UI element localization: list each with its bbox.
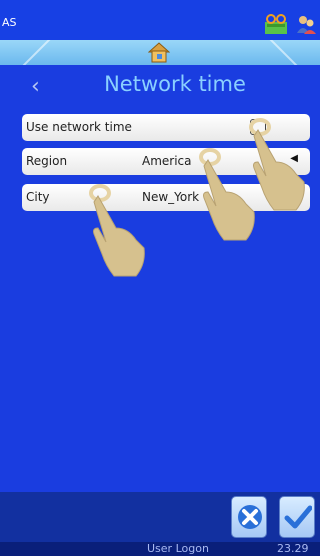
row-label: Region: [26, 154, 68, 168]
printer-icon[interactable]: [264, 13, 288, 35]
decorative-line: [7, 40, 51, 65]
status-title: AS: [2, 16, 17, 29]
cancel-button[interactable]: [231, 496, 267, 538]
action-bar: [0, 492, 320, 542]
city-value: New_York: [142, 190, 200, 204]
user-switch-icon[interactable]: [296, 14, 316, 34]
footer: User Logon 23.29: [0, 542, 320, 556]
decorative-line: [269, 40, 313, 65]
confirm-icon: [284, 505, 312, 529]
clock: 23.29: [277, 542, 309, 555]
home-bar: [0, 40, 320, 65]
row-label: Use network time: [26, 120, 132, 134]
tap-gesture-icon: [89, 184, 145, 277]
user-logon-link[interactable]: User Logon: [147, 542, 209, 555]
confirm-button[interactable]: [279, 496, 315, 538]
home-icon[interactable]: [148, 42, 170, 63]
region-value: America: [142, 154, 192, 168]
page-title: Network time: [104, 72, 246, 96]
status-bar: AS: [0, 0, 320, 40]
row-label: City: [26, 190, 50, 204]
tap-gesture-icon: [199, 148, 255, 241]
cancel-icon: [238, 505, 262, 529]
title-bar: ‹ Network time: [0, 68, 320, 106]
